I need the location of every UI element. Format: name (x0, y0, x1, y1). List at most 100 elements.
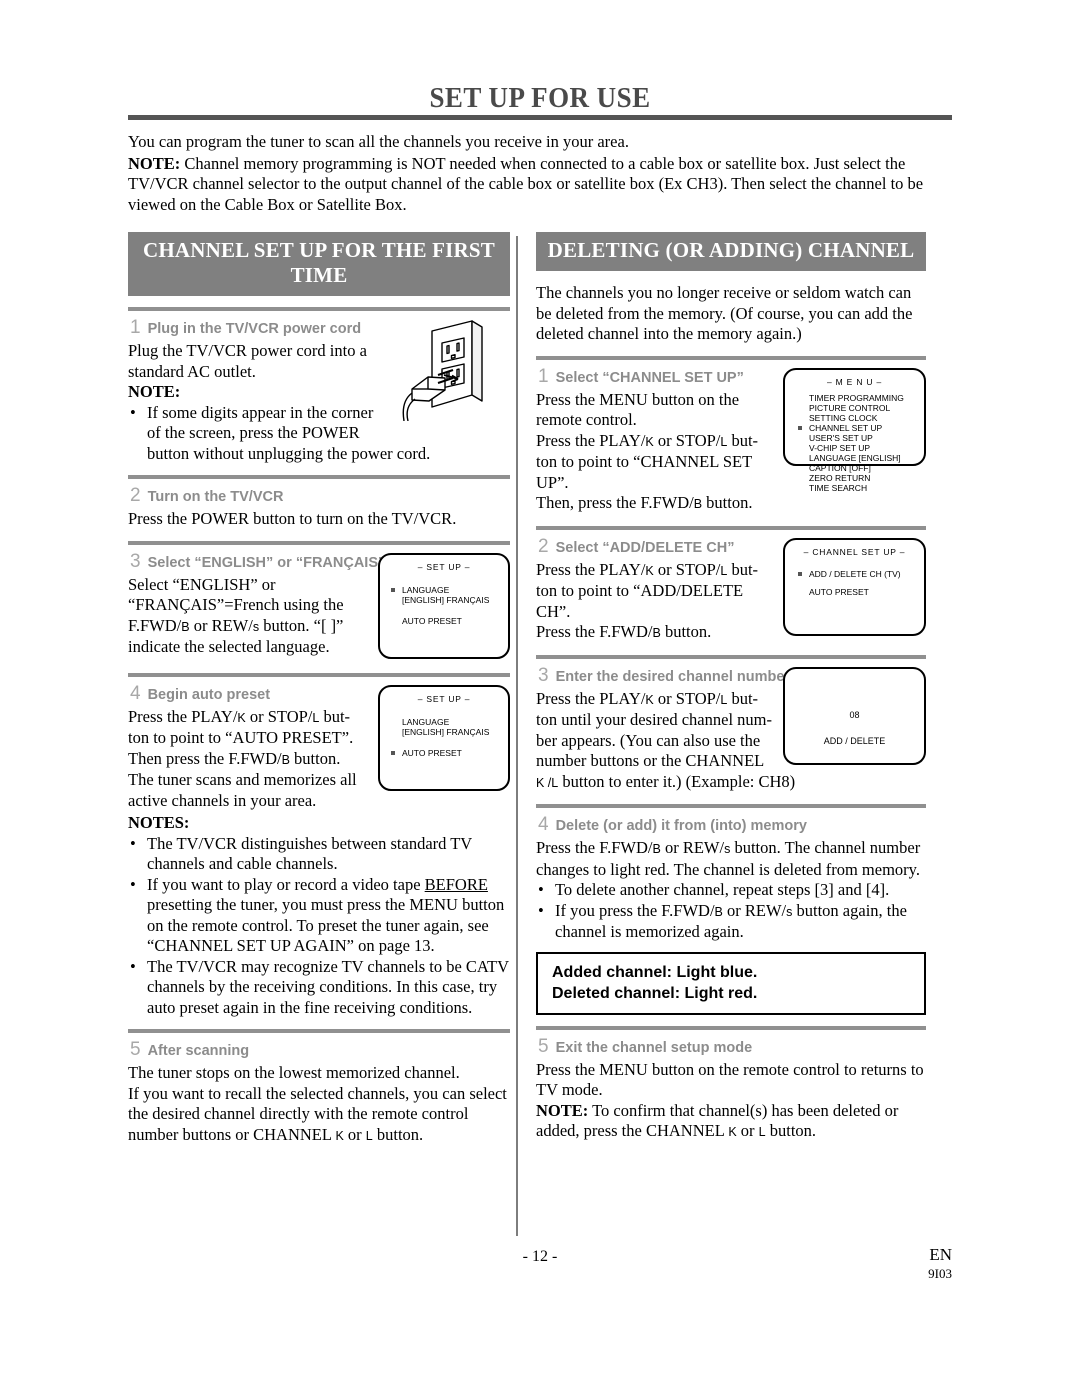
column-divider (516, 236, 518, 1236)
left-step-4: – SET UP – LANGUAGE [ENGLISH] FRANÇAIS A… (128, 683, 510, 812)
osd-menu-item: ZERO RETURN (809, 472, 871, 483)
txt-a: Press the PLAY/ (536, 559, 646, 579)
txt-c: or STOP/ (653, 688, 721, 708)
left-notes-block: NOTES: The TV/VCR distinguishes between … (128, 813, 510, 1018)
step-body-text: The tuner stops on the lowest memorized … (128, 1063, 460, 1082)
channel-down-symbol: L (758, 1125, 766, 1139)
step-title: Select “ENGLISH” or “FRANÇAIS” (147, 554, 386, 571)
ffwd-symbol: B (181, 619, 190, 634)
left-step-5-body: The tuner stops on the lowest memorized … (128, 1063, 510, 1146)
play-symbol: K (645, 434, 654, 449)
step-body-text: Press the POWER button to turn on the TV… (128, 509, 457, 528)
intro-note-text: Channel memory programming is NOT needed… (128, 153, 924, 214)
osd-item-value: [ENGLISH] FRANÇAIS (402, 594, 490, 605)
osd-menu-item: USER'S SET UP (809, 432, 873, 443)
step-number: 3 (538, 664, 549, 686)
osd-item-add-delete-ch: ADD / DELETE CH (TV) (798, 569, 924, 579)
footer-page-number: - 12 - (522, 1248, 558, 1265)
left-column: CHANNEL SET UP FOR THE FIRST TIME 1 Plug… (128, 232, 510, 1146)
bullet-item: The TV/VCR distinguishes between standar… (130, 834, 510, 875)
txt-a: To confirm that channel(s) has been dele… (536, 1100, 899, 1141)
osd-title: – CHANNEL SET UP – (803, 546, 906, 557)
osd-item-language: LANGUAGE [ENGLISH] FRANÇAIS (402, 717, 508, 737)
txt-c: or STOP/ (245, 706, 313, 726)
txt-c: or REW/ (189, 615, 253, 635)
step-title: Turn on the TV/VCR (147, 489, 284, 505)
step-title: Select “ADD/DELETE CH” (555, 539, 735, 556)
step-title: After scanning (147, 1043, 250, 1059)
intro-note-label: NOTE: (128, 153, 181, 173)
txt-a: Press the PLAY/ (536, 688, 646, 708)
step-title: Delete (or add) it from (into) memory (555, 818, 807, 834)
left-step-5: 5 After scanning The tuner stops on the l… (128, 1039, 510, 1146)
osd-item-list: LANGUAGE [ENGLISH] FRANÇAIS AUTO PRESET (391, 717, 508, 758)
osd-item-list: TIMER PROGRAMMING PICTURE CONTROL SETTING … (798, 393, 924, 493)
ffwd-symbol: B (652, 842, 661, 856)
step-title: Begin auto preset (147, 686, 271, 703)
ffwd-symbol: B (652, 626, 661, 640)
txt-f: Press the F.FWD/ (536, 622, 653, 641)
left-step-2-body: Press the POWER button to turn on the TV… (128, 509, 510, 530)
osd-item-list: ADD / DELETE CH (TV) AUTO PRESET (798, 569, 924, 597)
txt-h: button. (289, 748, 341, 768)
left-step-3: – SET UP – LANGUAGE [ENGLISH] FRANÇAIS A… (128, 551, 510, 662)
ffwd-symbol: B (281, 752, 290, 767)
ffwd-symbol: B (693, 497, 703, 511)
page-title: SET UP FOR USE (429, 82, 651, 114)
separator (536, 355, 926, 360)
notes-list: The TV/VCR distinguishes between standar… (128, 834, 510, 1019)
txt-a: If you press the F.FWD/ (555, 900, 715, 920)
intro-note: NOTE: Channel memory programming is NOT … (128, 154, 954, 216)
osd-add-delete: 08 ADD / DELETE (783, 666, 926, 765)
osd-menu-item: TIME SEARCH (809, 482, 868, 493)
step-4-bullets: To delete another channel, repeat steps … (536, 880, 926, 943)
right-intro: The channels you no longer receive or se… (536, 283, 926, 345)
osd-item-auto-preset: AUTO PRESET (402, 615, 462, 626)
note-label: NOTE: (536, 1100, 589, 1120)
step-number: 4 (538, 814, 549, 835)
txt-c: or REW/ (722, 900, 787, 920)
step-title: Plug in the TV/VCR power cord (147, 321, 362, 337)
txt-h: button. (660, 622, 712, 641)
osd-menu-item: SETTING CLOCK (809, 412, 878, 423)
channel-down-symbol: L (365, 1128, 373, 1143)
step-1-bullets: If some digits appear in the corner of t… (128, 403, 510, 465)
bullet-item: If you press the F.FWD/B or REW/s button… (538, 900, 926, 943)
color-legend-callout: Added channel: Light blue. Deleted chann… (536, 951, 926, 1015)
osd-item-auto-preset: AUTO PRESET (391, 748, 508, 758)
txt-b: presetting the tuner, you must press the… (147, 895, 505, 955)
osd-item-value: [ENGLISH] FRANÇAIS (402, 726, 490, 737)
play-symbol: K (237, 710, 246, 725)
txt-g: Then, press the F.FWD/ (536, 493, 694, 512)
step-body-text-3: Then, press the F.FWD/B button. (536, 493, 926, 515)
step-title: Enter the desired channel number (555, 668, 791, 685)
txt-i: button. (702, 493, 753, 512)
step-body-text: Press the MENU button on the remote cont… (536, 1059, 924, 1100)
left-step-2-head: 2 Turn on the TV/VCR (130, 485, 510, 507)
separator (128, 475, 510, 479)
separator (128, 540, 510, 545)
osd-title: – SET UP – (417, 561, 471, 572)
txt-f: Then press the F.FWD/ (128, 748, 282, 768)
txt-c: or (736, 1121, 759, 1140)
osd-menu-item: CHANNEL SET UP (798, 423, 924, 433)
step-title: Exit the channel setup mode (555, 1039, 753, 1056)
osd-setup-language: – SET UP – LANGUAGE [ENGLISH] FRANÇAIS A… (378, 552, 510, 659)
channel-up-symbol: K (728, 1125, 737, 1139)
txt-b: Press the PLAY/ (536, 430, 646, 450)
osd-item-label: LANGUAGE (402, 716, 450, 727)
osd-title: – SET UP – (417, 693, 471, 704)
txt-a: Press the PLAY/ (128, 706, 238, 726)
left-section-banner: CHANNEL SET UP FOR THE FIRST TIME (128, 232, 510, 296)
txt-a: If you want to play or record a video ta… (147, 874, 425, 894)
right-step-5: 5 Exit the channel setup mode Press the M… (536, 1036, 926, 1143)
separator (536, 525, 926, 530)
right-step-2: – CHANNEL SET UP – ADD / DELETE CH (TV) … (536, 536, 926, 644)
separator (128, 1029, 510, 1033)
txt-a: Press the F.FWD/ (536, 838, 653, 857)
bullet-item: If some digits appear in the corner of t… (130, 403, 510, 465)
osd-item-label: LANGUAGE (402, 584, 450, 595)
osd-menu-item: LANGUAGE [ENGLISH] (809, 452, 901, 463)
channel-updown-symbol: K /L (536, 775, 559, 790)
step-number: 4 (130, 682, 141, 704)
